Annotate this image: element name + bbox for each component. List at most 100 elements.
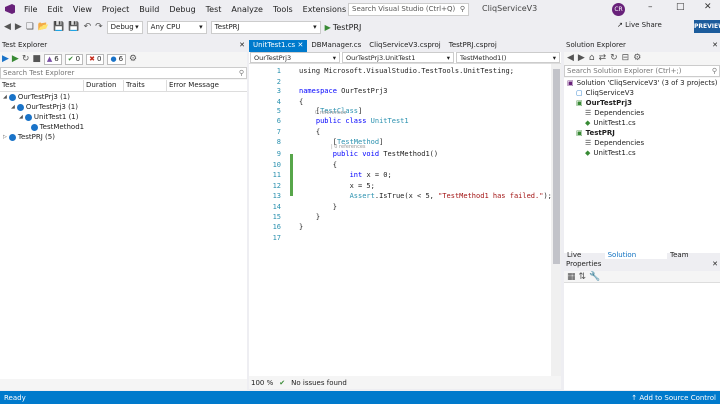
solution-search-input[interactable]: Search Solution Explorer (Ctrl+;) ⚲ xyxy=(564,65,720,77)
redo-icon[interactable]: ↷ xyxy=(95,22,103,32)
column-duration[interactable]: Duration xyxy=(84,80,124,91)
code-editor[interactable]: 1 2 3 4 5 6 7 8 9 10 11 12 13 14 15 16 17 using Microsof… xyxy=(249,64,561,376)
preview-badge[interactable]: PREVIEW xyxy=(694,20,720,33)
menu-view[interactable]: View xyxy=(68,5,97,14)
vertical-scrollbar[interactable] xyxy=(551,64,561,376)
solution-tree-item[interactable]: ▣ Solution 'CliqServiceV3' (3 of 3 projec… xyxy=(564,78,720,88)
config-select[interactable]: Debug ▾ xyxy=(106,20,143,34)
code-line[interactable]: public class UnitTest1 xyxy=(299,116,409,127)
menu-analyze[interactable]: Analyze xyxy=(226,5,268,14)
wrench-icon[interactable]: ⚙ xyxy=(633,53,641,63)
categorized-icon[interactable]: ▦ xyxy=(567,272,576,282)
code-line[interactable]: { xyxy=(299,160,337,171)
test-tree-item[interactable]: ◢ UnitTest1 (1) xyxy=(0,112,247,122)
scroll-thumb[interactable] xyxy=(553,69,560,264)
alphabetical-icon[interactable]: ⇅ xyxy=(579,272,587,282)
sync-icon[interactable]: ⇄ xyxy=(599,53,607,63)
solution-tree-item[interactable]: ▣ OurTestPrj3 xyxy=(564,98,720,108)
close-icon[interactable]: ✕ xyxy=(295,41,303,49)
menu-tools[interactable]: Tools xyxy=(268,5,298,14)
code-line[interactable]: namespace OurTestPrj3 xyxy=(299,86,388,97)
forward-icon[interactable]: ▶ xyxy=(578,53,585,63)
tab-dbmanager-cs[interactable]: DBManager.cs xyxy=(307,40,365,52)
refresh-icon[interactable]: ↻ xyxy=(610,53,618,63)
solution-tree-item[interactable]: ▢ CliqServiceV3 xyxy=(564,88,720,98)
live-share-button[interactable]: ↗ Live Share xyxy=(617,21,662,29)
startup-project-select[interactable]: TestPRJ ▾ xyxy=(210,20,321,34)
code-line[interactable]: } xyxy=(299,212,320,223)
start-button[interactable]: ▶ TestPRJ xyxy=(325,23,362,32)
code-line[interactable]: int x = 0; xyxy=(299,170,392,181)
nav-class-select[interactable]: OurTestPrj3.UnitTest1 ▾ xyxy=(342,52,454,63)
close-icon[interactable]: ✕ xyxy=(712,260,718,270)
repeat-icon[interactable]: ↻ xyxy=(22,54,30,64)
menu-debug[interactable]: Debug xyxy=(164,5,200,14)
new-item-icon[interactable]: ❏ xyxy=(26,22,34,32)
column-traits[interactable]: Traits xyxy=(124,80,167,91)
menu-project[interactable]: Project xyxy=(97,5,134,14)
failed-tests-badge[interactable]: ✖ 0 xyxy=(86,53,105,65)
settings-icon[interactable]: ⚙ xyxy=(129,54,137,64)
avatar[interactable]: CR xyxy=(612,3,625,16)
total-tests-badge[interactable]: ▲ 6 xyxy=(43,53,62,65)
undo-icon[interactable]: ↶ xyxy=(84,22,92,32)
code-line[interactable]: public void TestMethod1() xyxy=(299,149,438,160)
forward-icon[interactable]: ▶ xyxy=(15,22,22,32)
expanded-icon[interactable]: ◢ xyxy=(19,114,23,120)
tab-unittest1-cs[interactable]: UnitTest1.cs ✕ xyxy=(249,40,308,52)
open-icon[interactable]: 📂 xyxy=(38,22,49,32)
close-icon[interactable]: ✕ xyxy=(712,41,718,51)
source-control-button[interactable]: ↑ Add to Source Control xyxy=(631,394,716,402)
zoom-level[interactable]: 100 % xyxy=(251,379,273,387)
home-icon[interactable]: ⌂ xyxy=(589,53,595,63)
expanded-icon[interactable]: ◢ xyxy=(3,94,7,100)
code-line[interactable]: Assert.IsTrue(x < 5, "TestMethod1 has fa… xyxy=(299,191,552,202)
maximize-icon[interactable]: □ xyxy=(676,2,685,12)
test-tree-item[interactable]: ▷ TestPRJ (5) xyxy=(0,132,247,142)
cancel-icon[interactable]: ■ xyxy=(32,54,41,64)
collapse-all-icon[interactable]: ⊟ xyxy=(622,53,630,63)
test-tree-item[interactable]: ◢ OurTestPrj3 (1) xyxy=(0,102,247,112)
code-line[interactable]: using Microsoft.VisualStudio.TestTools.U… xyxy=(299,66,514,77)
collapsed-icon[interactable]: ▷ xyxy=(3,134,7,140)
refs-class[interactable]: 0 references xyxy=(315,110,346,117)
tab-testprj-csproj[interactable]: TestPRJ.csproj xyxy=(445,40,501,52)
solution-tree-item[interactable]: ☰ Dependencies xyxy=(564,138,720,148)
passed-tests-badge[interactable]: ✔ 0 xyxy=(64,53,84,65)
menu-build[interactable]: Build xyxy=(134,5,164,14)
code-line[interactable]: } xyxy=(299,202,337,213)
platform-select[interactable]: Any CPU ▾ xyxy=(146,20,207,34)
column-test[interactable]: Test xyxy=(0,80,84,91)
save-all-icon[interactable]: 💾 xyxy=(68,22,79,32)
solution-tree-item[interactable]: ▣ TestPRJ xyxy=(564,128,720,138)
menu-edit[interactable]: Edit xyxy=(42,5,68,14)
issues-status[interactable]: No issues found xyxy=(291,379,347,387)
minimize-icon[interactable]: – xyxy=(648,2,653,12)
solution-tree-item[interactable]: ◆ UnitTest1.cs xyxy=(564,148,720,158)
nav-member-select[interactable]: TestMethod1() ▾ xyxy=(456,52,560,63)
menu-extensions[interactable]: Extensions xyxy=(298,5,351,14)
search-input[interactable]: Search Visual Studio (Ctrl+Q) ⚲ xyxy=(348,3,469,16)
code-line[interactable]: } xyxy=(299,222,303,233)
column-error-message[interactable]: Error Message xyxy=(167,80,247,91)
test-search-input[interactable]: Search Test Explorer ⚲ xyxy=(0,67,247,79)
code-line[interactable]: x = 5; xyxy=(299,181,375,192)
solution-tree-item[interactable]: ☰ Dependencies xyxy=(564,108,720,118)
run-icon[interactable]: ▶ xyxy=(12,54,19,64)
menu-test[interactable]: Test xyxy=(201,5,227,14)
refs-method[interactable]: | 0 references xyxy=(331,144,366,151)
back-icon[interactable]: ◀ xyxy=(4,22,11,32)
back-icon[interactable]: ◀ xyxy=(567,53,574,63)
close-icon[interactable]: ✕ xyxy=(704,2,712,12)
wrench-icon[interactable]: 🔧 xyxy=(589,272,600,282)
tab-cliqservicev3-csproj[interactable]: CliqServiceV3.csproj xyxy=(365,40,444,52)
not-run-tests-badge[interactable]: ● 6 xyxy=(107,53,127,65)
run-all-icon[interactable]: ▶ xyxy=(2,54,9,64)
menu-file[interactable]: File xyxy=(19,5,42,14)
test-tree-item[interactable]: TestMethod1 xyxy=(0,122,247,132)
nav-project-select[interactable]: OurTestPrj3 ▾ xyxy=(250,52,340,63)
solution-tree-item[interactable]: ◆ UnitTest1.cs xyxy=(564,118,720,128)
save-icon[interactable]: 💾 xyxy=(53,22,64,32)
test-tree-item[interactable]: ◢ OurTestPrj3 (1) xyxy=(0,92,247,102)
code-line[interactable]: { xyxy=(299,127,320,138)
